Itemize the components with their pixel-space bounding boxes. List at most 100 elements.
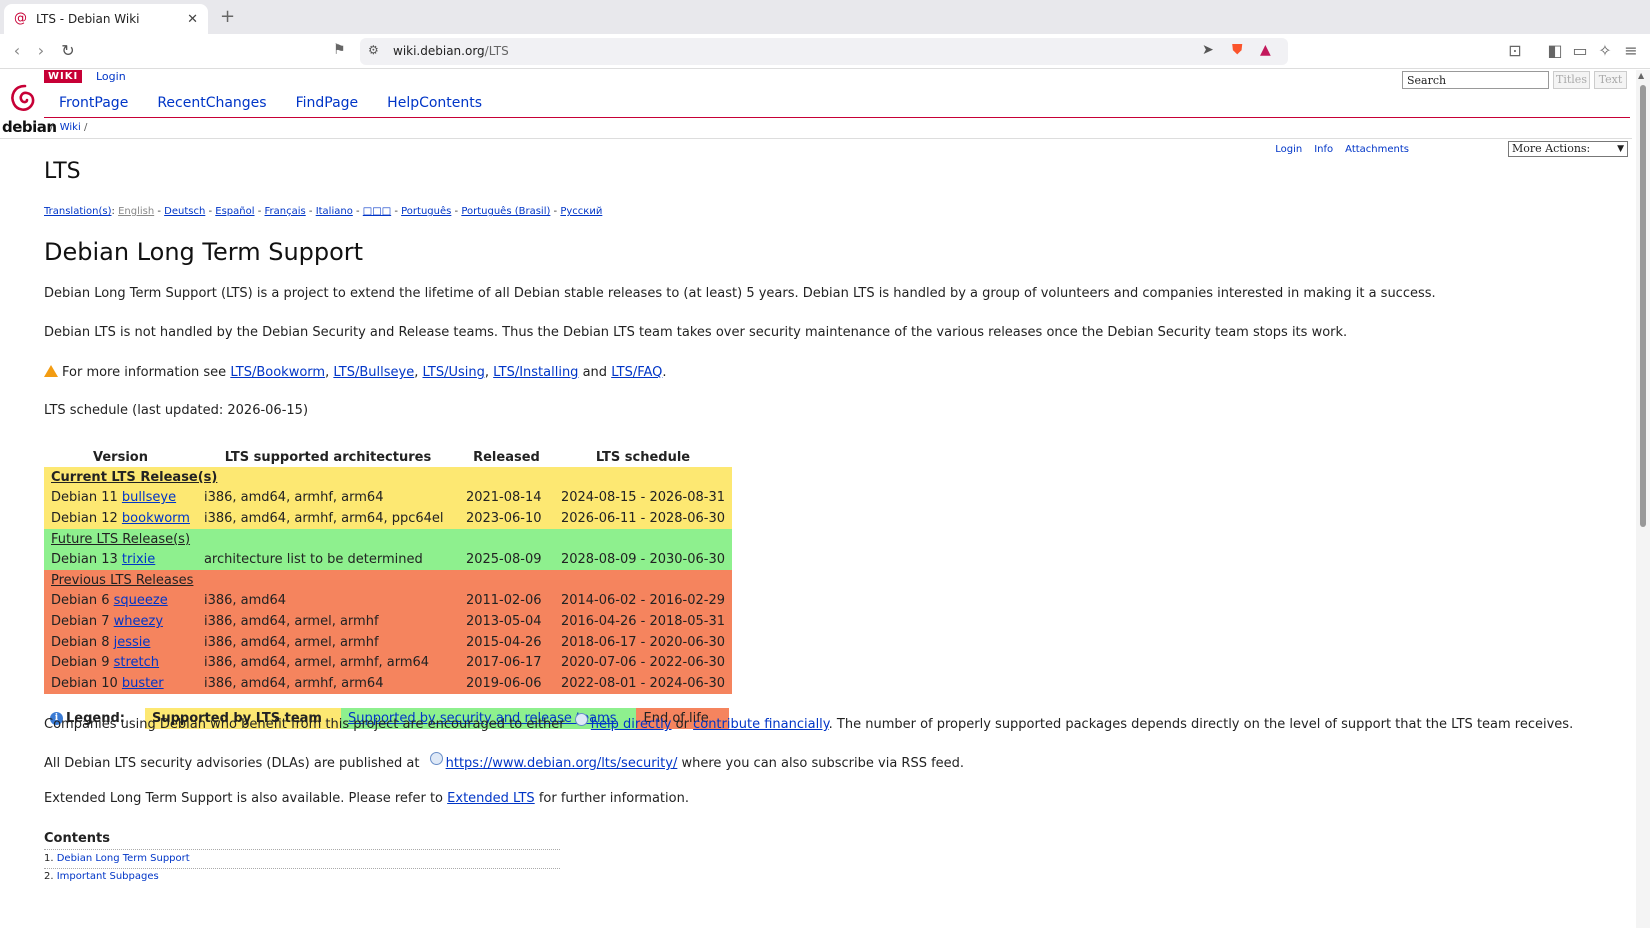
col-architectures: LTS supported architectures bbox=[196, 447, 459, 467]
link-lts-faq[interactable]: LTS/FAQ bbox=[611, 365, 662, 380]
browser-tab[interactable]: @ LTS - Debian Wiki ✕ bbox=[4, 4, 208, 34]
action-info[interactable]: Info bbox=[1314, 144, 1333, 155]
screenshot-icon[interactable]: ⊡ bbox=[1504, 41, 1526, 60]
nav-findpage[interactable]: FindPage bbox=[296, 95, 359, 111]
header-login-link[interactable]: Login bbox=[96, 70, 126, 83]
contribute-financially-link[interactable]: contribute financially bbox=[693, 717, 829, 732]
wallet-icon[interactable]: ▭ bbox=[1569, 41, 1591, 60]
chevron-down-icon: ▼ bbox=[1617, 144, 1624, 154]
arch-cell: architecture list to be determined bbox=[196, 549, 459, 570]
col-version: Version bbox=[44, 447, 197, 467]
arch-cell: i386, amd64 bbox=[196, 590, 459, 612]
translation-link[interactable]: Português (Brasil) bbox=[461, 206, 550, 217]
toc-number: 1. bbox=[44, 853, 54, 864]
translation-link[interactable]: Español bbox=[215, 206, 254, 217]
elts-paragraph: Extended Long Term Support is also avail… bbox=[44, 791, 689, 806]
version-cell: Debian 9 bbox=[51, 655, 110, 671]
elts-suffix: for further information. bbox=[538, 791, 689, 806]
bookmark-icon[interactable]: ⚑ bbox=[333, 42, 346, 58]
sidebar-icon[interactable]: ◧ bbox=[1544, 41, 1566, 60]
breadcrumb-divider bbox=[0, 138, 1632, 139]
link-lts-using[interactable]: LTS/Using bbox=[422, 365, 484, 380]
toc-number: 2. bbox=[44, 871, 54, 882]
help-directly-link[interactable]: help directly bbox=[591, 717, 672, 732]
dla-link[interactable]: https://www.debian.org/lts/security/ bbox=[446, 756, 678, 771]
codename-link[interactable]: bookworm bbox=[122, 511, 190, 526]
schedule-cell: 2014-06-02 - 2016-02-29 bbox=[553, 590, 733, 612]
version-cell: Debian 13 bbox=[51, 552, 118, 568]
forward-icon[interactable]: › bbox=[30, 41, 52, 60]
share-icon[interactable]: ➤ bbox=[1202, 42, 1214, 58]
scroll-up-icon[interactable]: ▲ bbox=[1638, 71, 1644, 80]
more-actions-select[interactable]: More Actions: ▼ bbox=[1508, 141, 1628, 157]
released-cell: 2017-06-17 bbox=[458, 652, 554, 673]
codename-link[interactable]: stretch bbox=[114, 655, 159, 670]
translation-current: English bbox=[118, 206, 155, 217]
debian-swirl-logo-icon[interactable] bbox=[8, 82, 38, 118]
codename-link[interactable]: buster bbox=[122, 676, 164, 691]
more-info-paragraph: For more information see LTS/Bookworm, L… bbox=[44, 364, 667, 380]
table-row: Debian 6 squeeze i386, amd64 2011-02-06 … bbox=[44, 590, 733, 612]
brave-shield-icon[interactable]: ⛊ bbox=[1232, 42, 1243, 58]
toc-link[interactable]: Debian Long Term Support bbox=[57, 853, 190, 864]
codename-link[interactable]: trixie bbox=[122, 552, 155, 567]
nav-recentchanges[interactable]: RecentChanges bbox=[157, 95, 266, 111]
leo-ai-icon[interactable]: ✧ bbox=[1594, 41, 1616, 60]
new-tab-icon[interactable]: + bbox=[220, 6, 235, 27]
codename-link[interactable]: jessie bbox=[114, 635, 151, 650]
page-title: LTS bbox=[44, 159, 81, 184]
debian-wordmark[interactable]: debian bbox=[2, 118, 57, 136]
link-lts-bullseye[interactable]: LTS/Bullseye bbox=[333, 365, 414, 380]
translation-link[interactable]: Русский bbox=[560, 206, 602, 217]
translation-link[interactable]: Français bbox=[265, 206, 306, 217]
search-input[interactable] bbox=[1402, 71, 1549, 89]
companies-paragraph: Companies using Debian who benefit from … bbox=[44, 713, 1573, 732]
menu-icon[interactable]: ≡ bbox=[1620, 41, 1642, 60]
codename-link[interactable]: squeeze bbox=[114, 593, 168, 608]
schedule-cell: 2026-06-11 - 2028-06-30 bbox=[553, 508, 733, 529]
link-lts-bookworm[interactable]: LTS/Bookworm bbox=[230, 365, 325, 380]
codename-link[interactable]: bullseye bbox=[122, 490, 176, 505]
close-tab-icon[interactable]: ✕ bbox=[187, 12, 198, 27]
rewards-icon[interactable]: ▲ bbox=[1260, 42, 1271, 58]
reload-icon[interactable]: ↻ bbox=[57, 41, 79, 60]
translation-link[interactable]: Italiano bbox=[316, 206, 353, 217]
future-lts-link[interactable]: Future LTS Release(s) bbox=[51, 532, 190, 547]
current-lts-link[interactable]: Current LTS Release(s) bbox=[51, 470, 217, 485]
table-row: Debian 12 bookworm i386, amd64, armhf, a… bbox=[44, 508, 733, 529]
breadcrumb-wiki[interactable]: Wiki bbox=[60, 122, 81, 133]
action-attachments[interactable]: Attachments bbox=[1345, 144, 1409, 155]
released-cell: 2019-06-06 bbox=[458, 672, 554, 694]
category-row-current: Current LTS Release(s) bbox=[44, 467, 733, 488]
codename-link[interactable]: wheezy bbox=[114, 614, 163, 629]
search-text-button[interactable]: Text bbox=[1594, 71, 1627, 89]
version-cell: Debian 7 bbox=[51, 613, 110, 629]
address-bar[interactable]: ⚙ wiki.debian.org/LTS ➤ ⛊ ▲ bbox=[360, 38, 1288, 65]
breadcrumb-separator: / bbox=[50, 122, 54, 133]
url-text[interactable]: wiki.debian.org/LTS bbox=[393, 44, 509, 58]
translation-link[interactable]: □□□ bbox=[363, 206, 391, 217]
back-icon[interactable]: ‹ bbox=[6, 41, 28, 60]
search-titles-button[interactable]: Titles bbox=[1553, 71, 1590, 89]
more-actions-value: More Actions: bbox=[1512, 142, 1591, 155]
translations-label[interactable]: Translation(s) bbox=[44, 206, 112, 217]
table-header-row: Version LTS supported architectures Rele… bbox=[44, 447, 733, 467]
scrollbar-thumb[interactable] bbox=[1640, 85, 1646, 527]
action-login[interactable]: Login bbox=[1275, 144, 1302, 155]
page-scrollbar[interactable]: ▲ bbox=[1636, 70, 1650, 928]
translation-link[interactable]: Deutsch bbox=[164, 206, 205, 217]
wiki-badge: WIKI bbox=[44, 70, 83, 83]
nav-helpcontents[interactable]: HelpContents bbox=[387, 95, 482, 111]
site-settings-icon[interactable]: ⚙ bbox=[368, 43, 379, 57]
released-cell: 2023-06-10 bbox=[458, 508, 554, 529]
link-lts-installing[interactable]: LTS/Installing bbox=[493, 365, 578, 380]
translation-link[interactable]: Português bbox=[401, 206, 451, 217]
nav-frontpage[interactable]: FrontPage bbox=[59, 95, 128, 111]
toc-link[interactable]: Important Subpages bbox=[57, 871, 159, 882]
previous-lts-link[interactable]: Previous LTS Releases bbox=[51, 573, 193, 588]
extended-lts-link[interactable]: Extended LTS bbox=[447, 791, 535, 806]
arch-cell: i386, amd64, armhf, arm64 bbox=[196, 672, 459, 694]
section-heading: Debian Long Term Support bbox=[44, 238, 364, 266]
url-host: wiki.debian.org bbox=[393, 44, 485, 58]
released-cell: 2021-08-14 bbox=[458, 487, 554, 509]
